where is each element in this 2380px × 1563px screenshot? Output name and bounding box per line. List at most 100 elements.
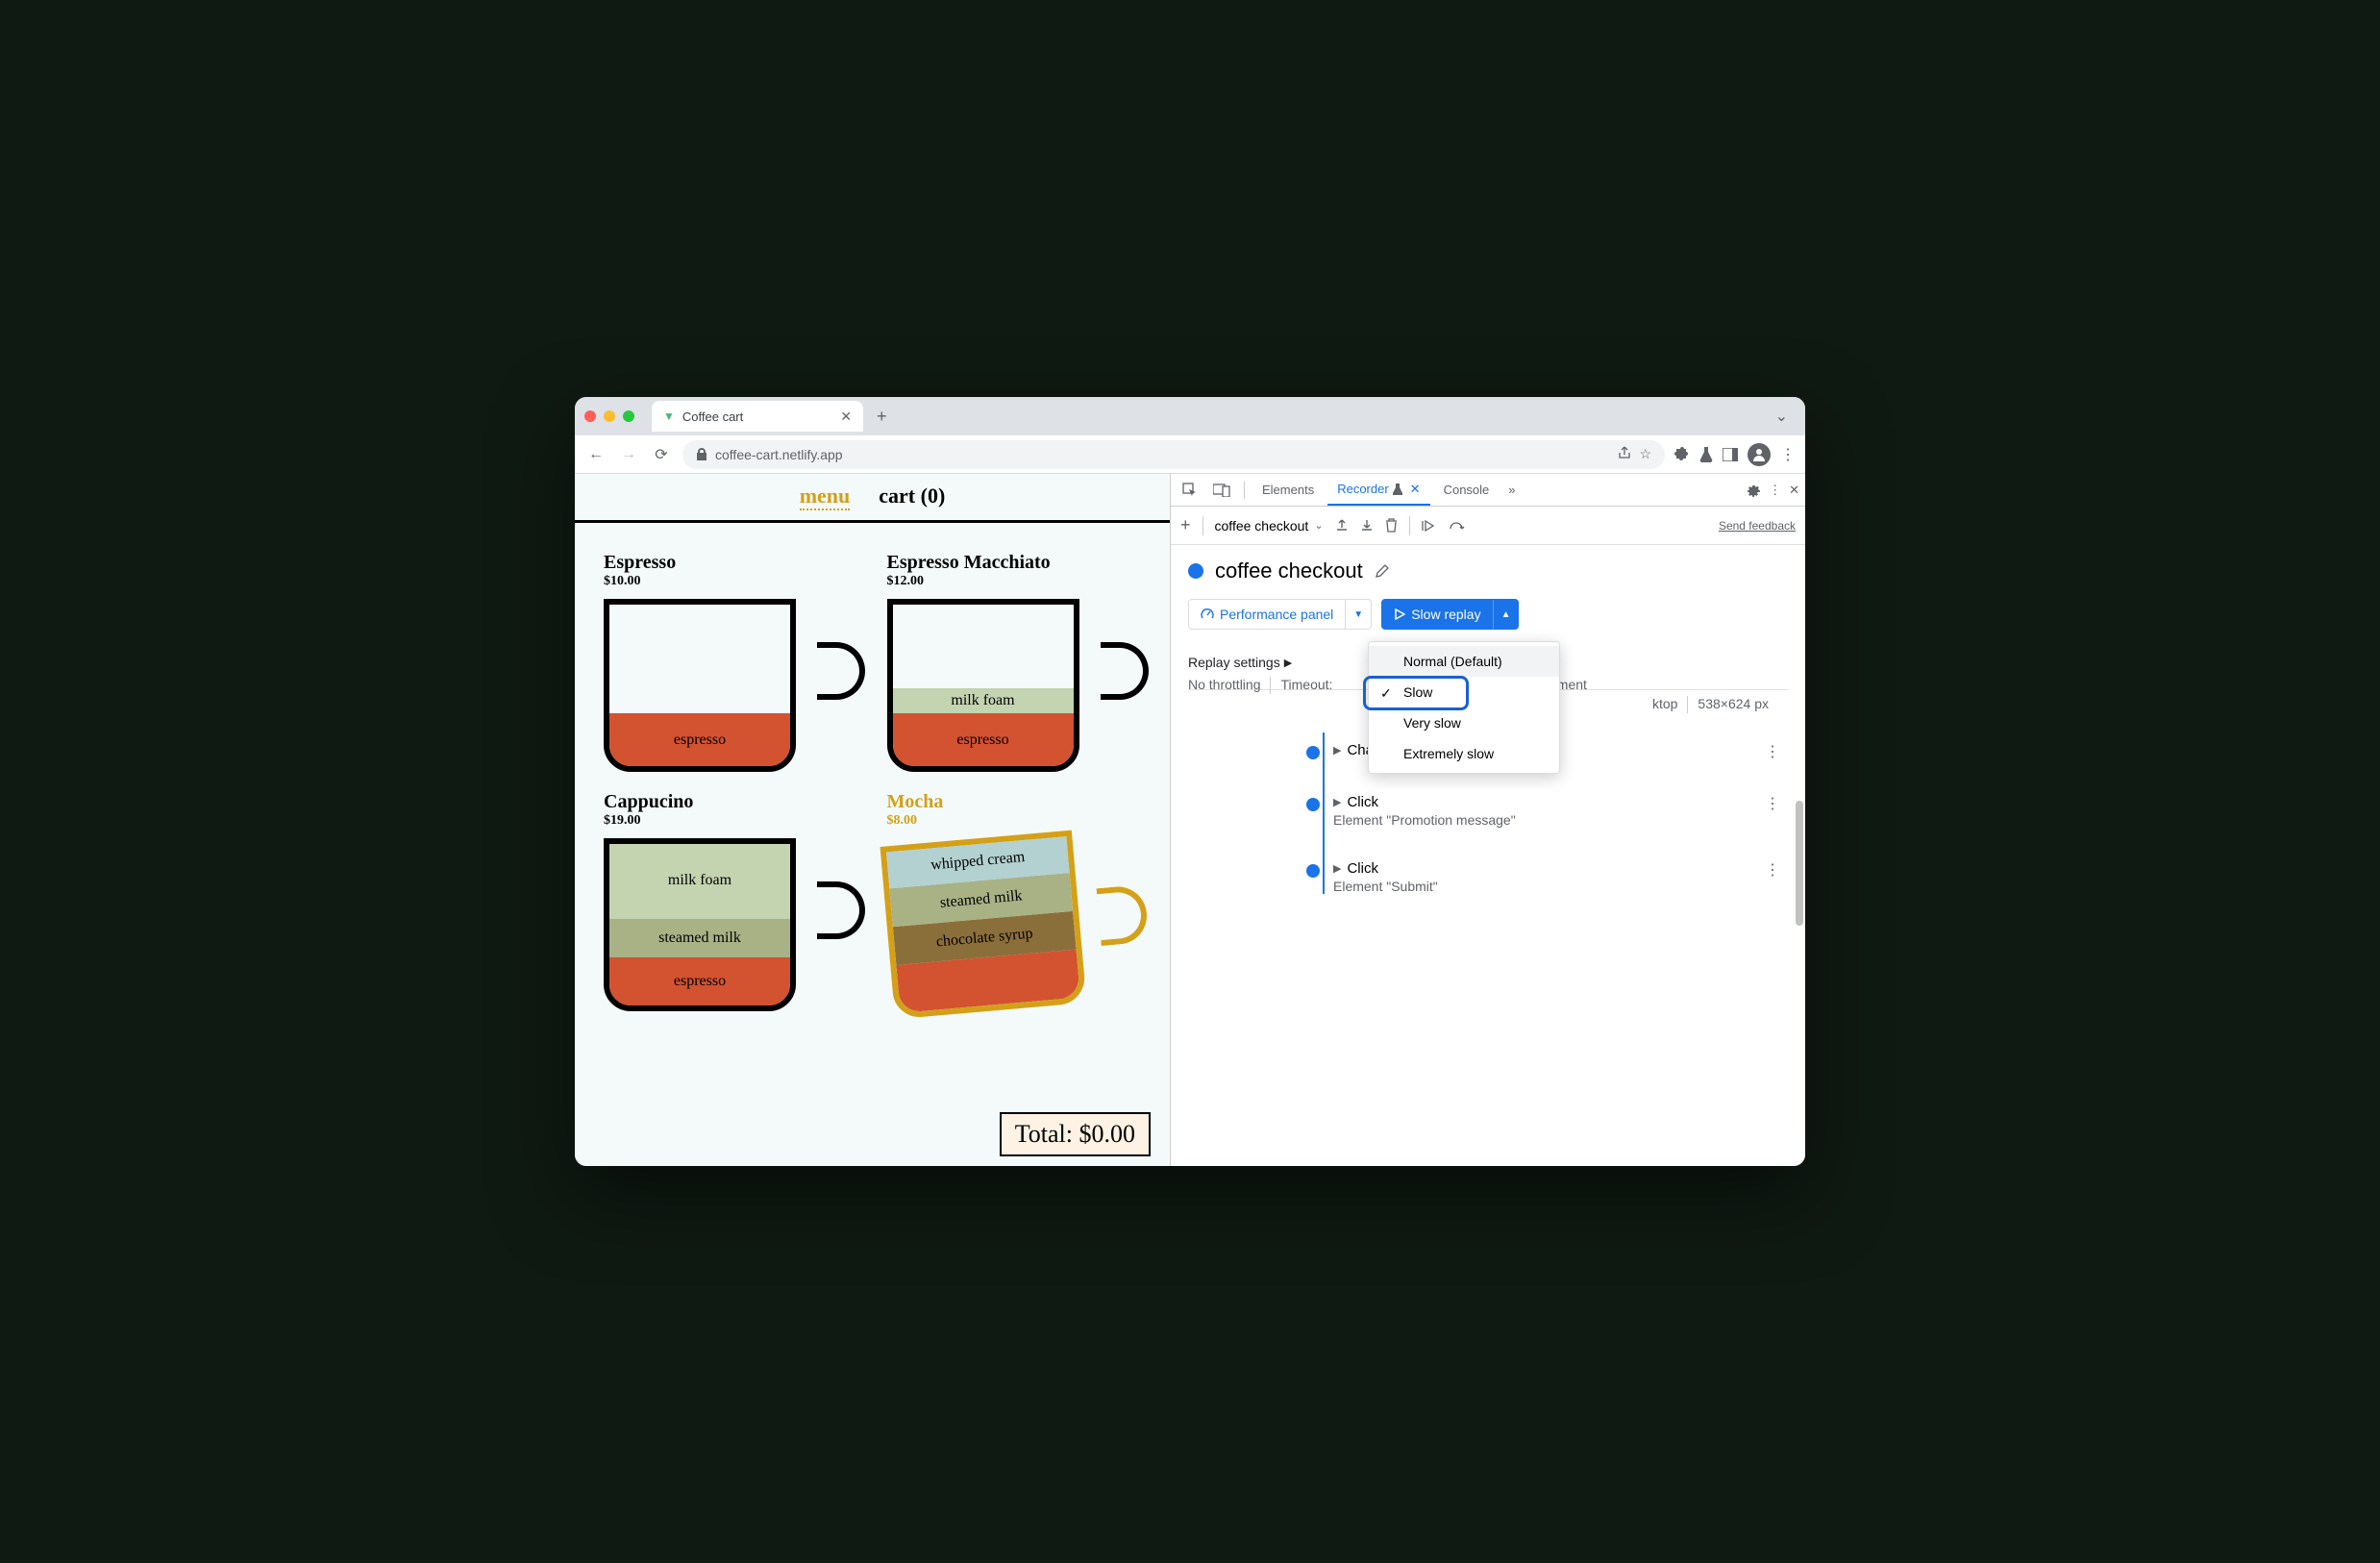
settings-icon[interactable] <box>1746 483 1761 498</box>
close-tab-icon[interactable]: ✕ <box>1410 482 1421 497</box>
close-window-button[interactable] <box>584 410 596 422</box>
replay-settings-label[interactable]: Replay settings ▶ <box>1188 655 1292 670</box>
cup-graphic: espresso <box>604 599 834 772</box>
step-item[interactable]: ▶Click Element "Promotion message" ⋮ <box>1313 794 1788 828</box>
nav-link-menu[interactable]: menu <box>800 484 851 510</box>
window-controls <box>584 410 634 422</box>
layer-steamed-milk: steamed milk <box>609 919 790 957</box>
extension-icons: ⋮ <box>1674 443 1796 466</box>
total-badge[interactable]: Total: $0.00 <box>1000 1112 1151 1156</box>
play-icon <box>1394 608 1405 620</box>
timeout-label: Timeout: <box>1280 677 1332 694</box>
lock-icon <box>696 448 707 461</box>
step-detail: Element "Submit" <box>1333 879 1751 894</box>
extensions-icon[interactable] <box>1674 447 1690 462</box>
browser-window: ▼ Coffee cart ✕ + ⌄ ← → ⟳ coffee-cart.ne… <box>575 397 1805 1166</box>
tab-list-button[interactable]: ⌄ <box>1775 407 1796 426</box>
url-text: coffee-cart.netlify.app <box>715 447 843 462</box>
content-area: menu cart (0) Espresso $10.00 espresso <box>575 474 1805 1166</box>
recorder-actions <box>1335 518 1398 533</box>
expand-icon[interactable]: ▶ <box>1333 796 1341 808</box>
edit-icon[interactable] <box>1375 563 1390 579</box>
menu-item-mocha[interactable]: Mocha $8.00 chocolate syrup steamed milk… <box>887 791 1142 1011</box>
recorder-toolbar: + coffee checkout ⌄ Send feedback <box>1171 507 1805 545</box>
recording-selector[interactable]: coffee checkout ⌄ <box>1215 518 1324 533</box>
scrollbar-thumb[interactable] <box>1796 801 1803 926</box>
more-tabs-icon[interactable]: » <box>1502 483 1521 497</box>
minimize-window-button[interactable] <box>604 410 615 422</box>
new-tab-button[interactable]: + <box>871 407 893 427</box>
devtools-menu-icon[interactable]: ⋮ <box>1769 483 1781 498</box>
close-devtools-icon[interactable]: ✕ <box>1789 483 1799 498</box>
labs-icon[interactable] <box>1699 447 1713 462</box>
devtools-panel: Elements Recorder ✕ Console » ⋮ ✕ <box>1171 474 1805 1166</box>
recording-selector-label: coffee checkout <box>1215 518 1309 533</box>
viewport-label-partial: ktop <box>1652 696 1677 713</box>
tab-elements[interactable]: Elements <box>1252 474 1324 506</box>
step-over-icon[interactable] <box>1422 519 1437 533</box>
action-buttons: Performance panel ▼ Slow replay ▲ <box>1188 599 1788 630</box>
forward-button[interactable]: → <box>617 446 640 463</box>
menu-item-espresso[interactable]: Espresso $10.00 espresso <box>604 552 858 772</box>
profile-avatar[interactable] <box>1748 443 1771 466</box>
back-button[interactable]: ← <box>584 446 607 463</box>
item-price: $10.00 <box>604 574 858 589</box>
nav-link-cart[interactable]: cart (0) <box>879 484 945 510</box>
performance-panel-button[interactable]: Performance panel ▼ <box>1188 599 1372 630</box>
device-toolbar-icon[interactable] <box>1207 484 1236 497</box>
speed-option-slow[interactable]: ✓ Slow <box>1369 677 1559 707</box>
expand-icon[interactable]: ▶ <box>1333 744 1341 757</box>
recording-title-row: coffee checkout <box>1188 558 1788 583</box>
browser-chrome: ▼ Coffee cart ✕ + ⌄ ← → ⟳ coffee-cart.ne… <box>575 397 1805 474</box>
check-icon: ✓ <box>1380 685 1392 702</box>
cup-graphic: espresso steamed milk milk foam <box>604 838 834 1011</box>
chevron-right-icon: ▶ <box>1284 657 1292 669</box>
step-dot <box>1306 798 1320 811</box>
replay-button[interactable]: Slow replay ▲ <box>1381 599 1519 630</box>
button-label: Slow replay <box>1411 607 1480 622</box>
step-menu-icon[interactable]: ⋮ <box>1765 742 1788 761</box>
page-nav: menu cart (0) <box>575 474 1170 523</box>
step-item[interactable]: ▶Click Element "Submit" ⋮ <box>1313 860 1788 894</box>
dropdown-caret-icon[interactable]: ▲ <box>1493 600 1519 629</box>
item-name: Cappucino <box>604 791 858 813</box>
inspect-element-icon[interactable] <box>1177 483 1203 498</box>
browser-toolbar: ← → ⟳ coffee-cart.netlify.app ☆ <box>575 435 1805 474</box>
chrome-menu-icon[interactable]: ⋮ <box>1780 445 1796 464</box>
recording-status-dot <box>1188 563 1203 579</box>
expand-icon[interactable]: ▶ <box>1333 862 1341 875</box>
dropdown-caret-icon[interactable]: ▼ <box>1345 600 1371 629</box>
reload-button[interactable]: ⟳ <box>650 445 673 464</box>
tab-recorder[interactable]: Recorder ✕ <box>1327 474 1429 506</box>
speed-option-very-slow[interactable]: Very slow <box>1369 707 1559 738</box>
delete-icon[interactable] <box>1385 518 1398 533</box>
step-menu-icon[interactable]: ⋮ <box>1765 860 1788 894</box>
cup-handle <box>817 881 865 939</box>
cup-handle <box>817 642 865 700</box>
menu-item-espresso-macchiato[interactable]: Espresso Macchiato $12.00 espresso milk … <box>887 552 1142 772</box>
bookmark-icon[interactable]: ☆ <box>1639 446 1651 462</box>
send-feedback-link[interactable]: Send feedback <box>1719 519 1796 533</box>
new-recording-button[interactable]: + <box>1180 515 1191 535</box>
item-price: $12.00 <box>887 574 1142 589</box>
menu-item-cappucino[interactable]: Cappucino $19.00 espresso steamed milk m… <box>604 791 858 1011</box>
tab-console[interactable]: Console <box>1434 474 1500 506</box>
share-icon[interactable] <box>1618 446 1631 462</box>
import-icon[interactable] <box>1360 518 1374 533</box>
step-dot <box>1306 864 1320 878</box>
layer-milk-foam: milk foam <box>893 688 1074 713</box>
item-price: $19.00 <box>604 813 858 829</box>
export-icon[interactable] <box>1335 518 1349 533</box>
maximize-window-button[interactable] <box>623 410 634 422</box>
continue-icon[interactable] <box>1449 519 1466 533</box>
speed-option-extremely-slow[interactable]: Extremely slow <box>1369 738 1559 769</box>
side-panel-icon[interactable] <box>1723 448 1738 461</box>
speed-option-normal[interactable]: Normal (Default) <box>1369 646 1559 677</box>
close-tab-icon[interactable]: ✕ <box>840 409 852 425</box>
address-bar[interactable]: coffee-cart.netlify.app ☆ <box>682 440 1665 469</box>
cup-graphic: chocolate syrup steamed milk whipped cre… <box>887 838 1118 1011</box>
flask-icon <box>1393 484 1402 495</box>
step-menu-icon[interactable]: ⋮ <box>1765 794 1788 828</box>
browser-tab[interactable]: ▼ Coffee cart ✕ <box>652 401 863 432</box>
webpage: menu cart (0) Espresso $10.00 espresso <box>575 474 1171 1166</box>
